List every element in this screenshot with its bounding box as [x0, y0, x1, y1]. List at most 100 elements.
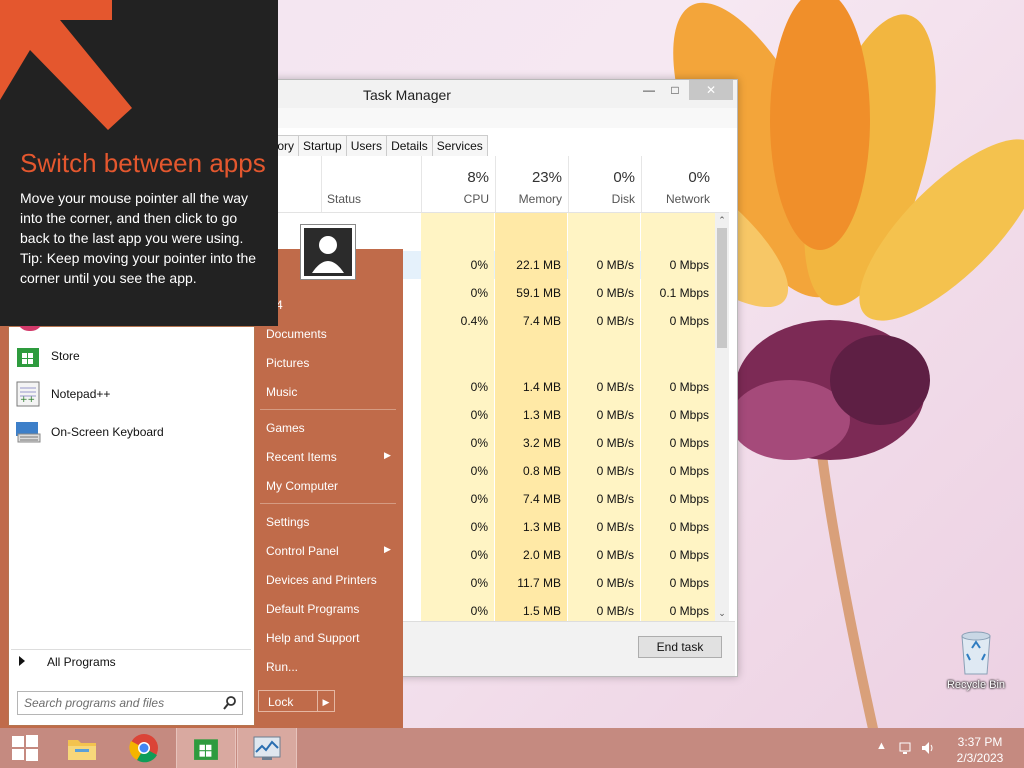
network-column-header[interactable]: 0% Network — [641, 156, 716, 212]
recent-items-label: Recent Items — [266, 450, 337, 464]
network-cell: 0 Mbps — [641, 429, 715, 457]
memory-cell: 22.1 MB — [495, 251, 567, 279]
start-item-control-panel[interactable]: Control Panel ▶ — [266, 544, 396, 558]
memory-cell: 3.2 MB — [495, 429, 567, 457]
start-item-settings[interactable]: Settings — [266, 515, 309, 529]
recycle-bin[interactable]: Recycle Bin — [944, 630, 1008, 691]
chevron-right-icon: ▶ — [384, 544, 391, 554]
all-programs-label: All Programs — [47, 655, 116, 669]
tab-details[interactable]: Details — [386, 135, 433, 156]
column-header: Status 8% CPU 23% Memory 0% Disk 0% Netw… — [269, 156, 729, 213]
network-cell: 0 Mbps — [641, 541, 715, 569]
tab-startup[interactable]: Startup — [298, 135, 347, 156]
disk-cell: 0 MB/s — [568, 513, 640, 541]
separator — [11, 649, 251, 650]
cpu-cell: 0% — [421, 401, 494, 429]
triangle-right-icon — [19, 656, 25, 666]
search-placeholder: Search programs and files — [24, 696, 165, 710]
start-item-documents[interactable]: Documents — [266, 327, 327, 341]
start-item-help-support[interactable]: Help and Support — [266, 631, 359, 645]
tip-body: Move your mouse pointer all the way into… — [20, 188, 260, 288]
cpu-column-header[interactable] — [321, 156, 322, 212]
network-percent: 0% — [688, 169, 710, 186]
disk-cell: 0 MB/s — [568, 541, 640, 569]
task-manager-icon — [253, 736, 281, 760]
scroll-down-icon[interactable]: ⌄ — [715, 608, 729, 619]
clock[interactable]: 3:37 PM 2/3/2023 — [950, 734, 1010, 766]
cpu-cell: 0.4% — [421, 307, 494, 335]
start-item-run[interactable]: Run... — [266, 660, 298, 674]
all-programs-link[interactable]: All Programs — [19, 655, 116, 669]
memory-percent: 23% — [531, 169, 562, 186]
cpu-label: CPU — [463, 192, 489, 206]
network-cell: 0 Mbps — [641, 513, 715, 541]
program-label: Notepad++ — [51, 387, 111, 401]
network-cell: 0 Mbps — [641, 373, 715, 401]
cpu-percent: 8% — [467, 169, 489, 186]
lock-options-chevron-icon[interactable]: ▶ — [317, 690, 335, 712]
scrollbar-thumb[interactable] — [717, 228, 727, 348]
tab-services[interactable]: Services — [431, 135, 488, 156]
maximize-button[interactable]: □ — [663, 80, 687, 100]
program-notepad-plus-plus[interactable]: ++ Notepad++ — [13, 377, 110, 411]
volume-icon[interactable] — [920, 740, 936, 756]
disk-cell: 0 MB/s — [568, 457, 640, 485]
lock-button[interactable]: Lock — [258, 690, 318, 712]
program-on-screen-keyboard[interactable]: On-Screen Keyboard — [13, 415, 164, 449]
recycle-bin-label: Recycle Bin — [946, 679, 1006, 691]
minimize-button[interactable]: — — [637, 80, 661, 100]
tab-users[interactable]: Users — [345, 135, 388, 156]
network-icon[interactable] — [898, 740, 914, 756]
network-cell: 0 Mbps — [641, 485, 715, 513]
taskbar-file-explorer[interactable] — [52, 728, 112, 768]
cpu-column-header[interactable]: 8% CPU — [421, 156, 495, 212]
separator — [260, 409, 396, 410]
disk-cell: 0 MB/s — [568, 279, 640, 307]
memory-cell: 1.4 MB — [495, 373, 567, 401]
vertical-scrollbar[interactable]: ⌃ ⌄ — [715, 213, 729, 621]
taskbar-chrome[interactable] — [114, 728, 174, 768]
disk-cell: 0 MB/s — [568, 307, 640, 335]
separator — [260, 503, 396, 504]
start-item-my-computer[interactable]: My Computer — [266, 479, 338, 493]
memory-cell: 1.3 MB — [495, 513, 567, 541]
window-title: Task Manager — [363, 87, 451, 103]
memory-column-header[interactable]: 23% Memory — [495, 156, 568, 212]
start-menu-frame — [0, 326, 8, 728]
start-item-devices-printers[interactable]: Devices and Printers — [266, 573, 377, 587]
recycle-bin-icon — [961, 631, 991, 675]
task-manager-titlebar[interactable]: Task Manager — □ ✕ — [269, 80, 737, 108]
network-cell: 0 Mbps — [641, 457, 715, 485]
search-icon[interactable] — [222, 695, 238, 711]
start-button[interactable] — [0, 728, 50, 768]
disk-cell: 0 MB/s — [568, 373, 640, 401]
close-button[interactable]: ✕ — [689, 80, 733, 100]
cpu-cell: 0% — [421, 429, 494, 457]
start-item-recent-items[interactable]: Recent Items ▶ — [266, 450, 396, 464]
taskbar-task-manager[interactable] — [237, 728, 297, 768]
cpu-cell: 0% — [421, 251, 494, 279]
status-column-header[interactable]: Status — [327, 192, 361, 206]
disk-column-header[interactable]: 0% Disk — [568, 156, 641, 212]
start-item-music[interactable]: Music — [266, 385, 297, 399]
show-hidden-icons-icon[interactable]: ▲ — [876, 740, 887, 752]
scroll-up-icon[interactable]: ⌃ — [715, 215, 729, 226]
start-item-default-programs[interactable]: Default Programs — [266, 602, 359, 616]
memory-label: Memory — [518, 192, 562, 206]
memory-cell: 59.1 MB — [495, 279, 567, 307]
end-task-button[interactable]: End task — [638, 636, 722, 658]
program-store[interactable]: Store — [13, 339, 80, 373]
chevron-right-icon: ▶ — [384, 450, 391, 460]
taskbar-store[interactable] — [176, 728, 236, 768]
disk-cell: 0 MB/s — [568, 401, 640, 429]
user-avatar[interactable] — [300, 224, 356, 280]
start-item-games[interactable]: Games — [266, 421, 305, 435]
cpu-cell: 0% — [421, 457, 494, 485]
search-box[interactable]: Search programs and files — [17, 691, 243, 715]
cpu-cell: 0% — [421, 569, 494, 597]
disk-label: Disk — [611, 192, 635, 206]
network-cell: 0 Mbps — [641, 569, 715, 597]
start-item-pictures[interactable]: Pictures — [266, 356, 309, 370]
network-cell: 0 Mbps — [641, 307, 715, 335]
menu-bar — [269, 108, 737, 128]
